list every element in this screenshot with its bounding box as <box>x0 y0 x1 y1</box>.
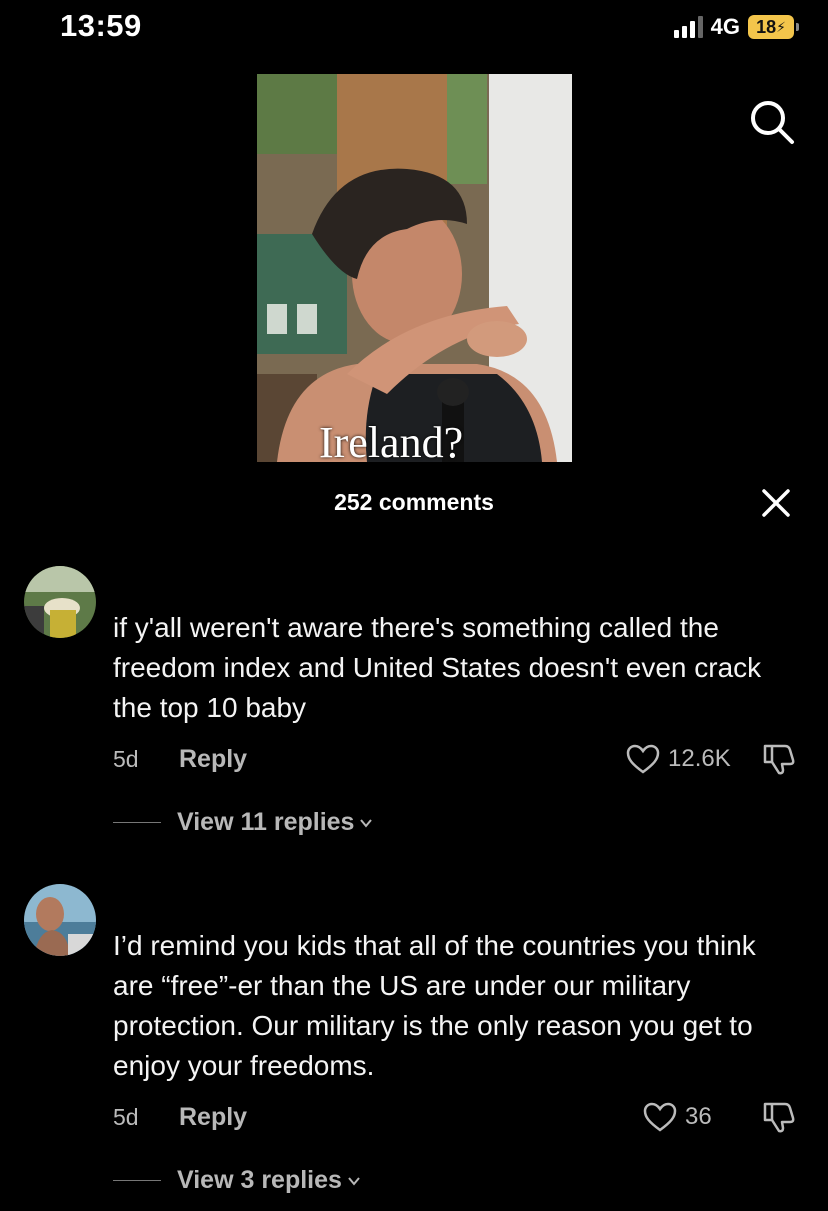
view-replies-label: View 11 replies <box>177 808 355 836</box>
video-frame-image <box>257 74 572 462</box>
view-replies-label: View 3 replies <box>177 1166 342 1194</box>
battery-level: 18 <box>756 16 777 37</box>
chevron-down-icon <box>360 818 373 828</box>
battery-icon: 18 ⚡ <box>748 15 799 39</box>
comment-text: if y'all weren't aware there's something… <box>113 612 762 723</box>
divider <box>113 822 161 823</box>
reply-button[interactable]: Reply <box>179 745 247 774</box>
avatar[interactable] <box>24 884 96 956</box>
status-indicators: 4G 18 ⚡ <box>673 14 799 40</box>
comment-text: I’d remind you kids that all of the coun… <box>113 930 756 1081</box>
heart-outline-icon <box>643 1102 677 1132</box>
status-time: 13:59 <box>60 8 142 43</box>
like-button[interactable]: 12.6K <box>626 744 731 774</box>
comment-age: 5d <box>113 745 139 772</box>
thumbs-down-icon[interactable] <box>761 740 797 776</box>
video-caption: Ireland? <box>319 418 464 462</box>
like-count: 12.6K <box>668 745 731 772</box>
network-type: 4G <box>710 14 740 39</box>
comment-meta: 5d Reply 36 <box>113 1100 803 1134</box>
like-count: 36 <box>685 1103 712 1130</box>
chevron-down-icon <box>348 1176 360 1186</box>
close-icon[interactable] <box>760 487 792 519</box>
heart-outline-icon <box>626 744 660 774</box>
divider <box>113 1180 161 1181</box>
comments-count: 252 comments <box>334 489 494 515</box>
like-button[interactable]: 36 <box>643 1102 712 1132</box>
signal-icon <box>673 16 703 38</box>
view-replies[interactable]: View 11 replies <box>113 808 373 837</box>
thumbs-down-icon[interactable] <box>761 1098 797 1134</box>
comment-age: 5d <box>113 1103 139 1130</box>
comment-meta: 5d Reply 12.6K <box>113 742 803 776</box>
video-thumbnail[interactable]: Ireland? <box>257 74 572 462</box>
search-icon[interactable] <box>748 98 796 146</box>
reply-button[interactable]: Reply <box>179 1103 247 1132</box>
view-replies[interactable]: View 3 replies <box>113 1166 360 1195</box>
avatar[interactable] <box>24 566 96 638</box>
